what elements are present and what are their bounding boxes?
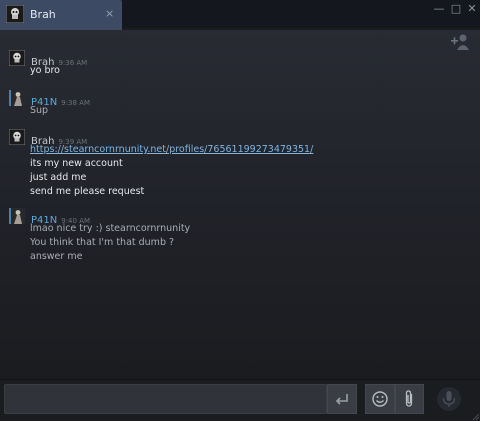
smiley-icon: [372, 391, 388, 407]
friend-avatar: [6, 5, 24, 23]
figure-avatar-icon: [9, 208, 25, 224]
close-window-button[interactable]: ✕: [465, 2, 479, 16]
maximize-button[interactable]: □: [449, 2, 463, 16]
message-text: yo bro: [30, 65, 60, 76]
message-text: lmao nice try :) stearncornrnunity: [30, 223, 191, 234]
add-user-icon[interactable]: [449, 33, 471, 51]
chat-history[interactable]: [0, 30, 480, 379]
message-text: answer me: [30, 251, 83, 262]
attach-button[interactable]: [395, 384, 424, 414]
microphone-icon: [437, 387, 461, 411]
message-text: just add me: [30, 172, 87, 183]
message-text: Sup: [30, 105, 49, 116]
title-bar: Brah × — □ ✕: [0, 0, 480, 30]
resize-grip-icon[interactable]: [472, 413, 480, 421]
message-link[interactable]: https://stearncornrnunity.net/profiles/7…: [30, 143, 313, 157]
message-input[interactable]: [4, 384, 327, 414]
tab-label: Brah: [30, 8, 56, 21]
send-button[interactable]: [327, 384, 357, 414]
chat-tab[interactable]: Brah ×: [0, 0, 122, 30]
skull-avatar-icon: [9, 129, 25, 145]
message-timestamp: 9:38 AM: [61, 99, 91, 107]
figure-avatar-icon: [9, 90, 25, 106]
voice-button[interactable]: [432, 384, 466, 414]
paperclip-icon: [405, 390, 413, 407]
enter-arrow-icon: [335, 394, 348, 405]
message-text: send me please request: [30, 186, 145, 197]
message-text: You think that I'm that dumb ?: [30, 237, 175, 248]
skull-avatar-icon: [9, 50, 25, 66]
message-timestamp: 9:36 AM: [58, 59, 88, 67]
emoji-button[interactable]: [365, 384, 395, 414]
message-text: its my new account: [30, 158, 123, 169]
tab-close-icon[interactable]: ×: [105, 7, 114, 20]
minimize-button[interactable]: —: [432, 2, 446, 16]
